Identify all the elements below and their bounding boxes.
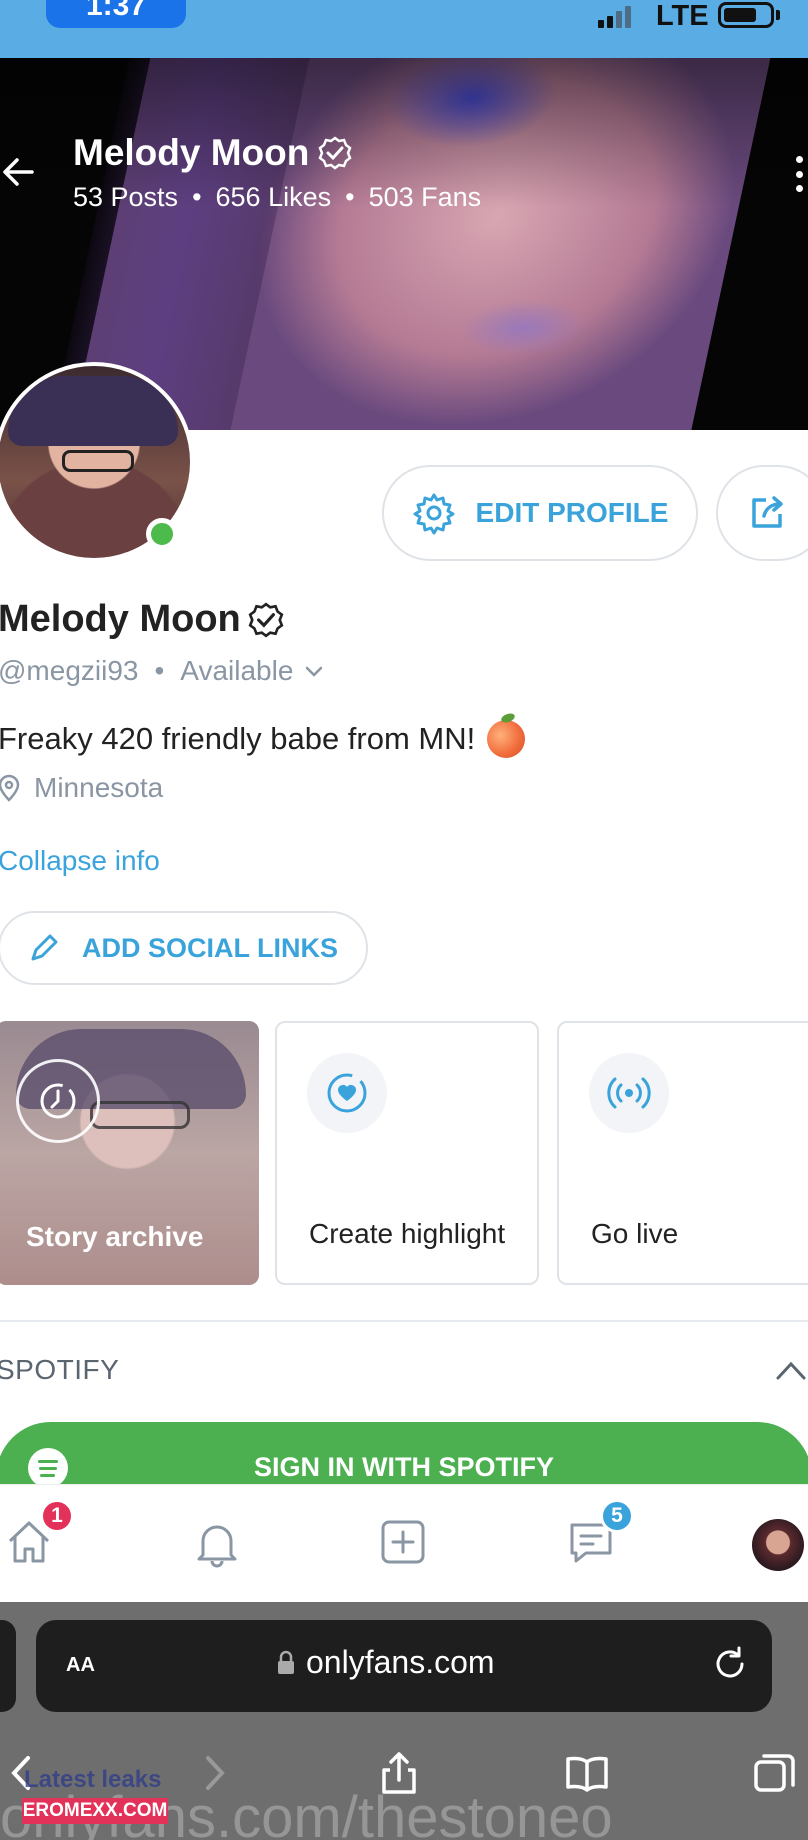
tabs-icon: [754, 1754, 795, 1792]
add-social-links-button[interactable]: ADD SOCIAL LINKS: [0, 911, 368, 985]
network-type: LTE: [656, 0, 709, 32]
pencil-icon: [31, 934, 58, 961]
edit-profile-button[interactable]: EDIT PROFILE: [382, 465, 698, 561]
messages-badge: 5: [600, 1499, 634, 1533]
chevron-right-icon: [206, 1756, 225, 1790]
profile-name: Melody Moon: [0, 598, 285, 641]
profile-handle: @megzii93: [0, 655, 139, 686]
share-icon: [752, 496, 783, 528]
browser-chrome: AA onlyfans.com onlyfans.com/thestoneo L…: [0, 1602, 808, 1840]
address-bar[interactable]: AA onlyfans.com: [36, 1620, 772, 1712]
previous-tab-preview[interactable]: [0, 1620, 16, 1712]
chevron-down-icon[interactable]: [303, 660, 325, 682]
bio-text: Freaky 420 friendly babe from MN!: [0, 721, 476, 756]
tab-notifications[interactable]: [190, 1515, 250, 1575]
profile-location: Minnesota: [0, 772, 163, 804]
go-live-card[interactable]: Go live: [557, 1021, 808, 1285]
spotify-section-heading: SPOTIFY: [0, 1354, 120, 1385]
spotify-icon: [28, 1448, 68, 1488]
status-bar: 1:37 LTE: [0, 0, 808, 58]
bottom-tab-bar: 1 5: [0, 1484, 808, 1602]
bell-icon: [197, 1525, 237, 1568]
likes-count: 656 Likes: [215, 182, 332, 212]
header-stats: 53 Posts • 656 Likes • 503 Fans: [73, 182, 482, 212]
story-archive-card[interactable]: Story archive: [0, 1021, 259, 1285]
share-icon: [382, 1752, 416, 1794]
arrow-left-icon: [3, 158, 34, 186]
url-display[interactable]: onlyfans.com: [276, 1644, 495, 1681]
book-icon: [566, 1756, 608, 1792]
collapse-info-link[interactable]: Collapse info: [0, 845, 160, 877]
battery-cap: [776, 10, 780, 20]
url-text: onlyfans.com: [306, 1644, 495, 1680]
profile-bio: Freaky 420 friendly babe from MN!: [0, 720, 526, 758]
heart-circle-icon: [307, 1053, 387, 1133]
status-time: 1:37: [46, 0, 186, 28]
signal-icon: [598, 6, 631, 28]
battery-icon: [718, 2, 774, 28]
home-badge: 1: [40, 1499, 74, 1533]
go-live-label: Go live: [591, 1218, 679, 1249]
more-options-button[interactable]: [796, 156, 806, 192]
watermark-text: Latest leaks: [24, 1766, 162, 1793]
location-text: Minnesota: [34, 772, 164, 803]
chevron-up-icon[interactable]: [774, 1358, 808, 1382]
reload-icon[interactable]: [710, 1644, 750, 1684]
location-pin-icon: [0, 774, 20, 802]
availability-dropdown[interactable]: Available: [180, 655, 293, 687]
browser-share-button[interactable]: [376, 1750, 426, 1800]
tab-profile-avatar[interactable]: [752, 1519, 804, 1571]
browser-forward-button[interactable]: [190, 1750, 240, 1800]
lock-icon: [278, 1650, 294, 1674]
story-archive-label: Story archive: [26, 1221, 204, 1252]
broadcast-icon: [589, 1053, 669, 1133]
online-status-dot: [146, 518, 178, 550]
tab-home[interactable]: 1: [2, 1499, 74, 1575]
text-size-label: AA: [66, 1654, 95, 1676]
tab-messages[interactable]: 5: [564, 1499, 634, 1575]
posts-count: 53 Posts: [73, 182, 179, 212]
browser-tabs-button[interactable]: [752, 1750, 802, 1800]
add-post-icon: [381, 1520, 425, 1564]
add-social-label: ADD SOCIAL LINKS: [82, 932, 339, 963]
tab-new-post[interactable]: [376, 1515, 436, 1575]
create-highlight-label: Create highlight: [309, 1218, 506, 1249]
verified-icon: [318, 136, 352, 170]
section-divider: [0, 1320, 808, 1322]
fans-count: 503 Fans: [368, 182, 482, 212]
peach-emoji-icon: [487, 720, 526, 758]
share-profile-button[interactable]: [716, 465, 808, 561]
verified-icon: [248, 602, 284, 637]
create-highlight-card[interactable]: Create highlight: [275, 1021, 539, 1285]
browser-bookmarks-button[interactable]: [564, 1750, 614, 1800]
header-title: Melody Moon: [73, 132, 353, 174]
header-name: Melody Moon: [73, 132, 310, 173]
profile-display-name: Melody Moon: [0, 598, 241, 640]
clock-icon: [16, 1059, 100, 1143]
edit-profile-label: EDIT PROFILE: [475, 497, 669, 528]
back-button[interactable]: [0, 154, 40, 194]
text-size-button[interactable]: AA: [66, 1646, 95, 1678]
handle-row: @megzii93 • Available: [0, 655, 325, 687]
watermark-brand: EROMEXX.COM: [22, 1798, 168, 1824]
gear-icon: [413, 493, 455, 535]
